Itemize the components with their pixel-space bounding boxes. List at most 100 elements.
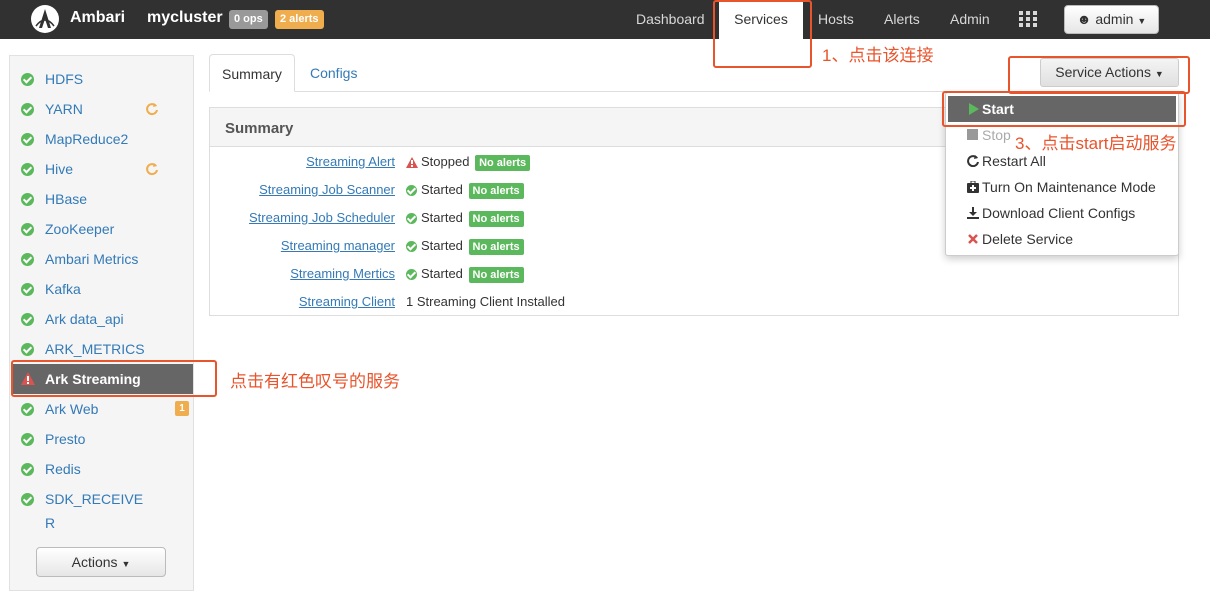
sidebar-item-label: Kafka: [45, 281, 81, 297]
annotation-box-service-actions: [1008, 56, 1190, 94]
nav-hosts[interactable]: Hosts: [818, 0, 854, 39]
sidebar-item-label: ZooKeeper: [45, 221, 115, 237]
component-link-streaming-job-scanner[interactable]: Streaming Job Scanner: [259, 182, 395, 197]
nav-admin[interactable]: Admin: [950, 0, 990, 39]
menu-item-label: Restart All: [982, 153, 1046, 169]
status-text: Stopped: [421, 154, 470, 169]
annotation-step1: 1、点击该连接: [822, 46, 934, 65]
component-status: Started No alerts: [406, 182, 524, 199]
caret-down-icon: ▼: [1137, 16, 1147, 26]
menu-item-maintenance-mode[interactable]: Turn On Maintenance Mode: [946, 174, 1178, 200]
tab-configs[interactable]: Configs: [298, 54, 369, 92]
annotation-box-ark-streaming: [11, 360, 217, 397]
status-text: Started: [421, 210, 463, 225]
component-link-streaming-job-scheduler[interactable]: Streaming Job Scheduler: [249, 210, 395, 225]
warning-triangle-icon: [406, 157, 418, 168]
check-circle-icon: [21, 193, 34, 206]
sidebar-item-hive[interactable]: Hive: [11, 154, 193, 184]
sidebar-item-presto[interactable]: Presto: [11, 424, 193, 454]
sidebar-item-sdk-receiver[interactable]: SDK_RECEIVE R: [11, 484, 193, 534]
delete-x-icon: [968, 234, 978, 244]
component-status: Started No alerts: [406, 238, 524, 255]
check-circle-icon: [406, 213, 417, 224]
sidebar-item-redis[interactable]: Redis: [11, 454, 193, 484]
check-circle-icon: [21, 463, 34, 476]
ops-badge[interactable]: 0 ops: [229, 10, 268, 29]
nav-dashboard[interactable]: Dashboard: [636, 0, 705, 39]
menu-item-download-configs[interactable]: Download Client Configs: [946, 200, 1178, 226]
component-link-streaming-alert[interactable]: Streaming Alert: [306, 154, 395, 169]
service-sidebar: HDFS YARN MapReduce2 Hive HBase ZooKeepe…: [9, 55, 194, 591]
sidebar-item-label: ARK_METRICS: [45, 341, 145, 357]
user-menu-button[interactable]: ☻ admin ▼: [1064, 5, 1159, 34]
annotation-step2: 点击有红色叹号的服务: [230, 372, 400, 391]
sidebar-item-hdfs[interactable]: HDFS: [11, 64, 193, 94]
component-link-streaming-mertics[interactable]: Streaming Mertics: [290, 266, 395, 281]
sidebar-item-label-wrap: R: [45, 515, 56, 531]
medkit-icon: [967, 181, 979, 193]
tab-summary[interactable]: Summary: [209, 54, 295, 92]
sidebar-item-label: Redis: [45, 461, 81, 477]
sidebar-item-label: Ark data_api: [45, 311, 124, 327]
sidebar-item-label: Hive: [45, 161, 74, 177]
sidebar-item-hbase[interactable]: HBase: [11, 184, 193, 214]
annotation-box-start: [942, 91, 1186, 127]
no-alerts-badge[interactable]: No alerts: [468, 183, 524, 199]
status-text: Started: [421, 182, 463, 197]
menu-item-label: Turn On Maintenance Mode: [982, 179, 1156, 195]
component-link-streaming-client[interactable]: Streaming Client: [299, 294, 395, 309]
menu-item-label: Download Client Configs: [982, 205, 1136, 221]
check-circle-icon: [21, 163, 34, 176]
restart-icon: [967, 155, 979, 167]
sidebar-item-yarn[interactable]: YARN: [11, 94, 193, 124]
component-status: Stopped No alerts: [406, 154, 531, 171]
no-alerts-badge[interactable]: No alerts: [468, 211, 524, 227]
sidebar-item-mapreduce2[interactable]: MapReduce2: [11, 124, 193, 154]
alerts-badge[interactable]: 2 alerts: [275, 10, 324, 29]
sidebar-item-kafka[interactable]: Kafka: [11, 274, 193, 304]
caret-down-icon: ▼: [121, 559, 131, 569]
check-circle-icon: [21, 103, 34, 116]
cluster-name[interactable]: mycluster: [147, 9, 223, 27]
check-circle-icon: [21, 403, 34, 416]
annotation-step3: 3、点击start启动服务: [1015, 134, 1177, 153]
apps-grid-icon[interactable]: [1019, 11, 1037, 27]
no-alerts-badge[interactable]: No alerts: [475, 155, 531, 171]
top-navbar: Ambari mycluster 0 ops 2 alerts Dashboar…: [0, 0, 1210, 39]
sidebar-item-label: SDK_RECEIVE: [45, 491, 144, 507]
annotation-box-services: [713, 0, 812, 68]
sidebar-item-zookeeper[interactable]: ZooKeeper: [11, 214, 193, 244]
check-circle-icon: [21, 313, 34, 326]
check-circle-icon: [21, 283, 34, 296]
refresh-icon: [146, 163, 158, 176]
component-link-streaming-manager[interactable]: Streaming manager: [281, 238, 395, 253]
ambari-logo-icon[interactable]: [30, 4, 60, 34]
sidebar-item-label: Ambari Metrics: [45, 251, 139, 267]
no-alerts-badge[interactable]: No alerts: [468, 267, 524, 283]
component-status: Started No alerts: [406, 210, 524, 227]
sidebar-item-ark-data-api[interactable]: Ark data_api: [11, 304, 193, 334]
check-circle-icon: [21, 73, 34, 86]
check-circle-icon: [21, 493, 34, 506]
check-circle-icon: [21, 133, 34, 146]
no-alerts-badge[interactable]: No alerts: [468, 239, 524, 255]
menu-item-label: Stop: [982, 127, 1011, 143]
status-text: Started: [421, 238, 463, 253]
brand-name[interactable]: Ambari: [70, 9, 125, 27]
status-text: Started: [421, 266, 463, 281]
sidebar-item-label: Presto: [45, 431, 86, 447]
download-icon: [967, 207, 979, 219]
sidebar-item-label: HDFS: [45, 71, 84, 87]
sidebar-item-ark-web[interactable]: Ark Web 1: [11, 394, 193, 424]
sidebar-item-ambari-metrics[interactable]: Ambari Metrics: [11, 244, 193, 274]
component-status: Started No alerts: [406, 266, 524, 283]
menu-item-delete-service[interactable]: Delete Service: [946, 226, 1178, 252]
alert-count-badge[interactable]: 1: [175, 401, 189, 416]
actions-label: Actions: [71, 554, 118, 570]
sidebar-actions-button[interactable]: Actions ▼: [36, 547, 166, 577]
user-name: admin: [1095, 11, 1134, 27]
sidebar-item-label: HBase: [45, 191, 88, 207]
sidebar-item-label: YARN: [45, 101, 83, 117]
menu-item-label: Delete Service: [982, 231, 1074, 247]
nav-alerts[interactable]: Alerts: [884, 0, 920, 39]
